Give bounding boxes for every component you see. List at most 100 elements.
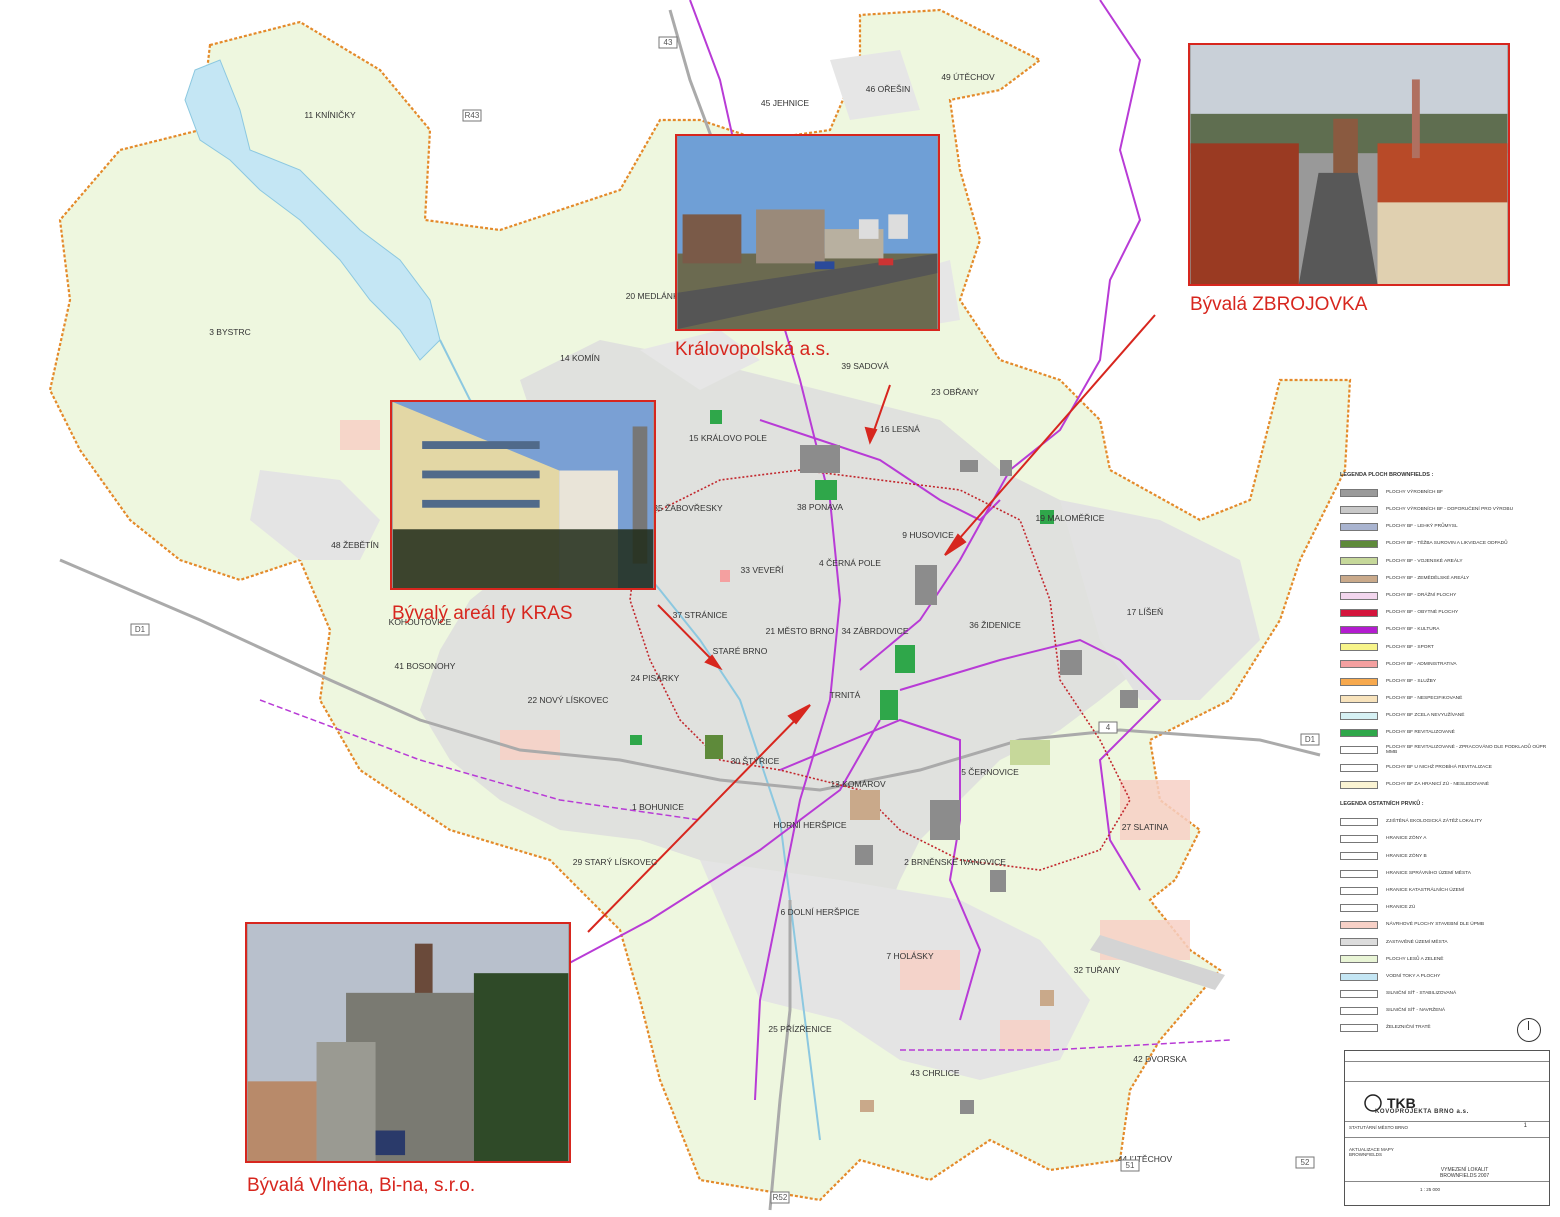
legend-list-brownfields: PLOCHY VÝROBNÍCH BF PLOCHY VÝROBNÍCH BF -… [1340,484,1550,793]
legend-swatch [1340,608,1378,617]
photo-vlnena-image [247,924,569,1161]
district-label: 15 KRÁLOVO POLE [689,433,767,443]
district-label: 4 ČERNÁ POLE [819,558,881,568]
legend-item: PLOCHY LESŮ A ZELENĚ [1340,951,1550,968]
photo-vlnena [245,922,571,1163]
district-label: 35 ŽABOVŘESKY [653,503,723,513]
legend-label: VODNÍ TOKY A PLOCHY [1386,973,1441,979]
legend-item: PLOCHY BF - NESPECIFIKOVANÉ [1340,690,1550,707]
legend-title-brownfields: LEGENDA PLOCH BROWNFIELDS : [1340,472,1434,478]
road-number: R52 [773,1193,788,1202]
legend-item: PLOCHY BF - ADMINISTRATIVA [1340,656,1550,673]
legend-item: PLOCHY VÝROBNÍCH BF - DOPORUČENÍ PRO VÝR… [1340,501,1550,518]
district-label: 39 SADOVÁ [841,361,889,371]
legend-label: PLOCHY VÝROBNÍCH BF [1386,489,1443,495]
legend-label: PLOCHY BF - ZEMĚDĚLSKÉ AREÁLY [1386,575,1470,581]
district-label: 2 BRNĚNSKÉ IVANOVICE [904,857,1006,867]
legend-label: PLOCHY BF - KULTURA [1386,627,1440,633]
legend-label: HRANICE ZÓNY A [1386,836,1427,842]
legend-list-other: ZJIŠTĚNÁ EKOLOGICKÁ ZÁTĚŽ LOKALITY HRANIC… [1340,813,1550,1036]
legend-swatch [1340,869,1378,878]
legend-item: HRANICE KATASTRÁLNÍCH ÚZEMÍ [1340,882,1550,899]
project-name: AKTUALIZACE MAPY BROWNFIELDS [1349,1147,1394,1157]
legend-label: HRANICE KATASTRÁLNÍCH ÚZEMÍ [1386,887,1465,893]
legend-swatch [1340,660,1378,669]
legend-swatch [1340,852,1378,861]
district-label: 43 CHRLICE [910,1068,959,1078]
drawing-title-line2: BROWNFIELDS 2007 [1440,1173,1490,1179]
sheet-number: 1 [1523,1123,1527,1129]
legend-item: PLOCHY BF - SPORT [1340,639,1550,656]
legend-item: PLOCHY BF - ZEMĚDĚLSKÉ AREÁLY [1340,570,1550,587]
legend-label: PLOCHY BF - TĚŽBA SUROVIN A LIKVIDACE OD… [1386,541,1508,547]
photo-kras [390,400,656,590]
legend-label: PLOCHY BF - NESPECIFIKOVANÉ [1386,696,1463,702]
legend-item: ZJIŠTĚNÁ EKOLOGICKÁ ZÁTĚŽ LOKALITY [1340,813,1550,830]
legend-swatch [1340,746,1378,755]
legend-label: PLOCHY BF - SPORT [1386,644,1434,650]
legend-swatch [1340,780,1378,789]
district-label: 27 SLATINA [1122,822,1169,832]
district-label: 25 PŘÍZŘENICE [768,1024,832,1034]
caption-kralovopolska: Královopolská a.s. [675,339,831,360]
legend-label: PLOCHY BF - OBYTNÉ PLOCHY [1386,610,1459,616]
legend-item: HRANICE ZÓNY B [1340,848,1550,865]
legend-swatch [1340,817,1378,826]
legend-label: SILNIČNÍ SÍŤ - NAVRŽENÁ [1386,1008,1446,1014]
legend-label: ZASTAVĚNÉ ÚZEMÍ MĚSTA [1386,939,1448,945]
legend-item: VODNÍ TOKY A PLOCHY [1340,968,1550,985]
legend-item: PLOCHY BF - KULTURA [1340,622,1550,639]
district-label: 7 HOLÁSKY [886,951,934,961]
legend-title-other: LEGENDA OSTATNÍCH PRVKŮ : [1340,801,1424,808]
legend-swatch [1340,522,1378,531]
road-number: 51 [1126,1161,1135,1170]
district-label: 46 OŘEŠIN [866,84,910,94]
district-label: 14 KOMÍN [560,353,600,363]
legend-item: PLOCHY BF REVITALIZOVANÉ - ZPRACOVÁNO DL… [1340,742,1550,759]
legend-label: PLOCHY BF ZCELA NEVYUŽÍVANÉ [1386,713,1465,719]
photo-kras-image [392,402,654,588]
legend-label: PLOCHY BF - VOJENSKÉ AREÁLY [1386,558,1463,564]
road-number: 4 [1106,723,1111,732]
legend-item: SILNIČNÍ SÍŤ - STABILIZOVANÁ [1340,985,1550,1002]
legend-item: PLOCHY BF U NICHŽ PROBÍHÁ REVITALIZACE [1340,759,1550,776]
legend-swatch [1340,1007,1378,1016]
district-label: 17 LÍŠEŇ [1127,607,1163,617]
photo-kralovopolska [675,134,940,331]
district-label: 49 ÚTĚCHOV [941,72,995,82]
legend-swatch [1340,921,1378,930]
district-label: 36 ŽIDENICE [969,620,1021,630]
legend-swatch [1340,835,1378,844]
drawing-title: VYMEZENÍ LOKALIT BROWNFIELDS 2007 [1440,1167,1489,1179]
district-label: 45 JEHNICE [761,98,810,108]
district-label: 32 TUŘANY [1074,965,1121,975]
legend-label: PLOCHY BF - DRÁŽNÍ PLOCHY [1386,592,1457,598]
district-label: 21 MĚSTO BRNO [766,626,835,636]
legend-swatch [1340,643,1378,652]
scale-value: 1 : 25 000 [1420,1187,1441,1192]
legend-label: PLOCHY BF ZA HRANICÍ ZÚ - NESLEDOVANÉ [1386,782,1489,788]
legend-label: ŽELEZNIČNÍ TRATĚ [1386,1025,1431,1031]
legend-item: ZASTAVĚNÉ ÚZEMÍ MĚSTA [1340,934,1550,951]
district-label: 34 ZÁBRDOVICE [841,626,908,636]
district-label: 13 KOMÁROV [830,779,886,789]
district-label: 30 ŠTÝŘICE [731,756,780,766]
legend-item: SILNIČNÍ SÍŤ - NAVRŽENÁ [1340,1002,1550,1019]
legend-item: PLOCHY BF - LEHKÝ PRŮMYSL [1340,518,1550,535]
district-label: 33 VEVEŘÍ [741,565,785,575]
legend-swatch [1340,972,1378,981]
district-label: 42 DVORSKA [1133,1054,1187,1064]
legend-label: PLOCHY VÝROBNÍCH BF - DOPORUČENÍ PRO VÝR… [1386,507,1514,513]
legend-label: ZJIŠTĚNÁ EKOLOGICKÁ ZÁTĚŽ LOKALITY [1386,819,1483,825]
district-label: HORNÍ HERŠPICE [773,820,847,830]
legend-label: PLOCHY BF - SLUŽBY [1386,678,1437,684]
district-label: 16 LESNÁ [880,424,920,434]
legend-item: PLOCHY BF REVITALIZOVANÉ [1340,725,1550,742]
photo-kralovopolska-image [677,136,938,329]
legend-swatch [1340,903,1378,912]
district-label: 9 HUSOVICE [902,530,954,540]
district-label: 11 KNÍNIČKY [304,110,356,120]
legend-item: PLOCHY BF - TĚŽBA SUROVIN A LIKVIDACE OD… [1340,536,1550,553]
legend-label: HRANICE ZÓNY B [1386,853,1427,859]
road-number: D1 [135,625,146,634]
